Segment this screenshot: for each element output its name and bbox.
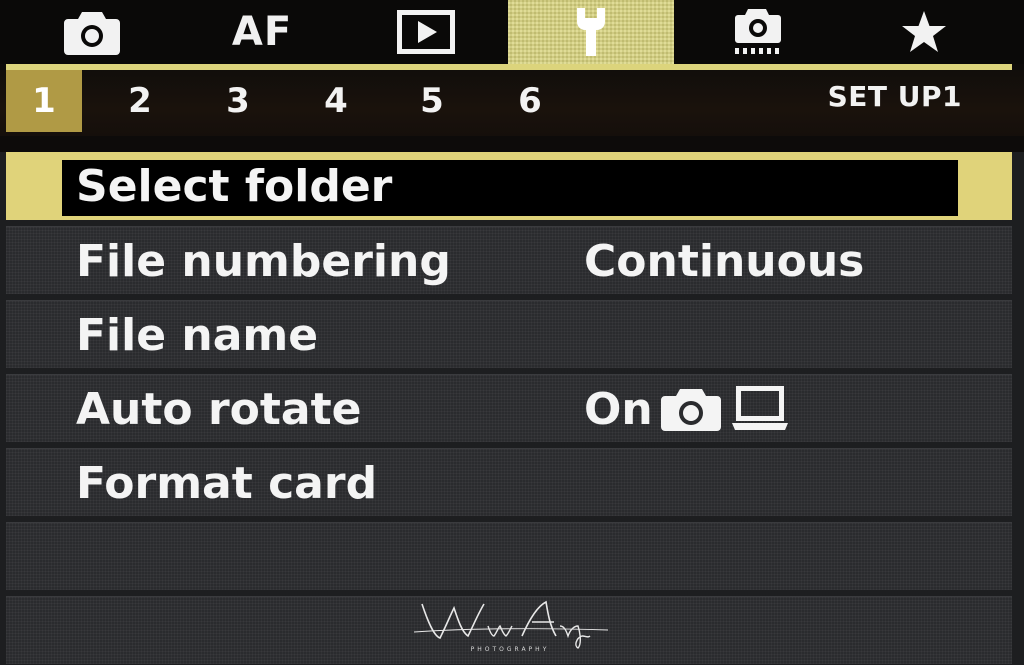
subtab-label: 3 <box>226 81 250 121</box>
custom-camera-icon <box>735 9 781 54</box>
camera-icon <box>64 12 120 55</box>
signature-watermark: PHOTOGRAPHY <box>413 600 609 653</box>
subtab-5[interactable]: 5 <box>404 70 460 132</box>
menu-item-value: Continuous <box>584 235 865 287</box>
subtab-4[interactable]: 4 <box>308 70 364 132</box>
watermark-logo: PHOTOGRAPHY <box>400 596 620 656</box>
setup-menu-list: Select folder File numbering Continuous … <box>0 152 1024 665</box>
menu-item-label: File numbering <box>76 235 451 287</box>
subtab-label: 1 <box>32 81 56 121</box>
camera-menu-screen: AF 1 2 3 4 5 6 SET UP1 Select folder Fil… <box>0 0 1024 665</box>
subtab-label: 5 <box>420 81 444 121</box>
subtab-row: 1 2 3 4 5 6 SET UP1 <box>0 70 1024 136</box>
menu-item-label: Auto rotate <box>76 383 362 435</box>
menu-tabs: AF <box>0 0 1024 64</box>
tab-playback[interactable] <box>372 0 480 64</box>
tab-my-menu[interactable] <box>872 0 976 64</box>
tab-custom-functions[interactable] <box>706 0 810 64</box>
star-icon <box>902 11 946 52</box>
menu-item-file-numbering[interactable]: File numbering Continuous <box>6 226 1012 294</box>
subtab-2[interactable]: 2 <box>112 70 168 132</box>
menu-item-empty <box>6 522 1012 590</box>
menu-item-select-folder[interactable]: Select folder <box>6 152 1012 220</box>
subtab-3[interactable]: 3 <box>210 70 266 132</box>
menu-item-auto-rotate[interactable]: Auto rotate On <box>6 374 1012 442</box>
menu-item-label: Format card <box>76 457 378 509</box>
subtab-label: 2 <box>128 81 152 121</box>
subtab-1[interactable]: 1 <box>6 70 82 132</box>
svg-text:PHOTOGRAPHY: PHOTOGRAPHY <box>471 646 550 653</box>
computer-icon <box>731 386 788 430</box>
menu-item-label: Select folder <box>76 160 393 212</box>
tab-af-label: AF <box>231 9 293 55</box>
subtab-label: 6 <box>518 81 542 121</box>
tab-shooting[interactable] <box>40 0 144 64</box>
wrench-icon <box>577 8 605 56</box>
subtab-6[interactable]: 6 <box>502 70 558 132</box>
camera-icon <box>660 389 721 431</box>
auto-rotate-value: On <box>584 383 653 435</box>
subtab-label: 4 <box>324 81 348 121</box>
menu-item-file-name[interactable]: File name <box>6 300 1012 368</box>
auto-rotate-icons <box>659 385 791 433</box>
page-title: SET UP1 <box>827 80 962 113</box>
tab-af[interactable]: AF <box>210 0 314 64</box>
menu-item-label: File name <box>76 309 319 361</box>
tab-setup[interactable] <box>508 0 674 64</box>
menu-item-value: On <box>584 375 791 443</box>
menu-item-format-card[interactable]: Format card <box>6 448 1012 516</box>
playback-icon <box>397 10 455 54</box>
